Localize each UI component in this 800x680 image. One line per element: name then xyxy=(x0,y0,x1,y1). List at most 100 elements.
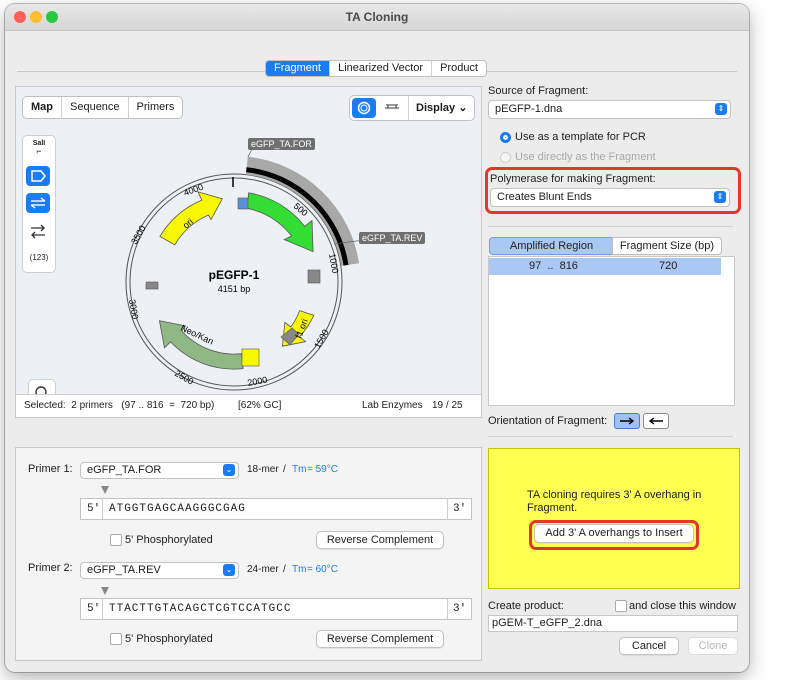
polya-marker xyxy=(307,269,321,284)
enzyme-set-label[interactable]: Lab Enzymes xyxy=(362,400,423,411)
five-prime-divider xyxy=(102,499,103,519)
primer2-label: Primer 2: xyxy=(28,562,73,574)
column-header-fragment-size[interactable]: Fragment Size (bp) xyxy=(612,237,722,255)
radio-direct-fragment-label: Use directly as the Fragment xyxy=(515,151,656,163)
section-divider xyxy=(488,226,733,227)
table-row[interactable]: 97 .. 816 720 xyxy=(489,258,721,275)
create-product-label: Create product: xyxy=(488,600,564,612)
source-popup[interactable]: pEGFP-1.dna ⇕ xyxy=(488,100,731,119)
three-prime-divider xyxy=(447,499,448,519)
primer2-tm-value: = 60°C xyxy=(307,564,338,575)
primer1-sequence-field[interactable]: 5' ATGGTGAGCAAGGGCGAG 3' xyxy=(80,498,472,520)
arrow-right-icon xyxy=(620,417,635,425)
primer2-tm-label: Tm xyxy=(292,564,307,575)
chevron-down-icon: ⌄ xyxy=(223,564,235,576)
region-cell: 97 .. 816 xyxy=(529,260,578,272)
map-panel: Map Sequence Primers Display ⌄ SalI ⌐ (1… xyxy=(15,86,482,418)
map-status-bar: Selected: 2 primers (97 .. 816 = 720 bp)… xyxy=(16,394,481,417)
tab-product[interactable]: Product xyxy=(432,61,486,76)
clone-button: Clone xyxy=(688,637,738,655)
promoter-marker-left xyxy=(145,281,159,290)
main-tabs: Fragment Linearized Vector Product xyxy=(265,60,487,77)
tab-fragment[interactable]: Fragment xyxy=(266,61,331,76)
primer1-phosphorylated-label: 5' Phosphorylated xyxy=(125,534,213,546)
polymerase-value: Creates Blunt Ends xyxy=(497,191,592,203)
tick-3500: 3500 xyxy=(129,224,148,246)
primer2-reverse-complement-button[interactable]: Reverse Complement xyxy=(316,630,444,648)
source-label: Source of Fragment: xyxy=(488,85,589,97)
plasmid-name: pEGFP-1 xyxy=(209,268,260,282)
tick-3000: 3000 xyxy=(127,299,140,320)
primer2-separator: / xyxy=(283,564,286,575)
primer2-sequence-field[interactable]: 5' TTACTTGTACAGCTCGTCCATGCC 3' xyxy=(80,598,472,620)
primer1-sequence: ATGGTGAGCAAGGGCGAG xyxy=(109,503,246,515)
orientation-forward-button[interactable] xyxy=(614,413,640,429)
primer2-three-prime: 3' xyxy=(453,603,467,615)
radio-template-pcr-label: Use as a template for PCR xyxy=(515,131,646,143)
primer-panel: Primer 1: eGFP_TA.FOR ⌄ 18-mer / Tm = 59… xyxy=(15,447,482,661)
ta-notice-panel: TA cloning requires 3' A overhang in Fra… xyxy=(488,448,740,589)
polymerase-popup[interactable]: Creates Blunt Ends ⇕ xyxy=(490,188,730,207)
updown-chevron-icon: ⇕ xyxy=(714,191,726,203)
primer1-five-prime: 5' xyxy=(87,503,101,515)
selection-status: Selected: 2 primers (97 .. 816 = 720 bp) xyxy=(24,400,215,411)
ori-feature[interactable] xyxy=(159,191,223,246)
section-divider xyxy=(488,436,733,437)
primer2-length: 24-mer xyxy=(247,564,279,575)
primer2-start-marker[interactable] xyxy=(101,587,109,595)
five-prime-divider xyxy=(102,599,103,619)
tab-linearized-vector[interactable]: Linearized Vector xyxy=(330,61,433,76)
source-value: pEGFP-1.dna xyxy=(495,103,563,115)
column-header-amplified-region[interactable]: Amplified Region xyxy=(489,237,614,255)
updown-chevron-icon: ⇕ xyxy=(715,103,727,115)
forward-primer-tag[interactable]: eGFP_TA.FOR xyxy=(248,138,315,150)
promoter-marker xyxy=(237,197,249,210)
three-prime-divider xyxy=(447,599,448,619)
orientation-label: Orientation of Fragment: xyxy=(488,415,608,427)
primer1-three-prime: 3' xyxy=(453,503,467,515)
close-window-checkbox[interactable] xyxy=(615,600,627,612)
plasmid-size: 4151 bp xyxy=(218,284,251,294)
window-title: TA Cloning xyxy=(345,10,409,24)
primer2-sequence: TTACTTGTACAGCTCGTCCATGCC xyxy=(109,603,292,615)
primer2-phosphorylated-label: 5' Phosphorylated xyxy=(125,633,213,645)
gc-content: [62% GC] xyxy=(238,400,282,411)
polymerase-label: Polymerase for making Fragment: xyxy=(490,173,656,185)
primer2-name: eGFP_TA.REV xyxy=(87,564,161,576)
radio-direct-fragment xyxy=(500,152,511,163)
neo-kan-feature[interactable] xyxy=(158,320,244,370)
size-cell: 720 xyxy=(659,260,678,272)
chevron-down-icon: ⌄ xyxy=(223,464,235,476)
arrow-left-icon xyxy=(648,417,663,425)
radio-template-pcr[interactable] xyxy=(500,132,511,143)
plasmid-map: 500 1000 1500 2000 2500 3000 3500 4000 o… xyxy=(125,144,365,391)
primer1-tm-label: Tm xyxy=(292,464,307,475)
egfp-feature[interactable] xyxy=(246,192,314,253)
product-filename-field[interactable]: pGEM-T_eGFP_2.dna xyxy=(488,615,738,632)
reverse-primer-tag[interactable]: eGFP_TA.REV xyxy=(359,232,426,244)
tick-1500: 1500 xyxy=(312,328,331,350)
primer1-label: Primer 1: xyxy=(28,463,73,475)
ta-notice-text: TA cloning requires 3' A overhang in Fra… xyxy=(527,489,702,514)
primer1-start-marker[interactable] xyxy=(101,486,109,494)
enzyme-count: 19 / 25 xyxy=(432,400,463,411)
small-feature-box xyxy=(241,348,260,367)
primer1-name: eGFP_TA.FOR xyxy=(87,464,162,476)
primer1-separator: / xyxy=(283,464,286,475)
primer2-five-prime: 5' xyxy=(87,603,101,615)
primer2-popup[interactable]: eGFP_TA.REV ⌄ xyxy=(80,562,239,579)
add-a-overhangs-button[interactable]: Add 3' A overhangs to Insert xyxy=(534,524,694,543)
primer1-tm-value: = 59°C xyxy=(307,464,338,475)
tick-2500: 2500 xyxy=(173,368,195,387)
title-bar: TA Cloning xyxy=(5,4,749,31)
region-table: 97 .. 816 720 xyxy=(488,256,735,406)
primer1-length: 18-mer xyxy=(247,464,279,475)
close-window-label: and close this window xyxy=(629,600,737,612)
primer1-popup[interactable]: eGFP_TA.FOR ⌄ xyxy=(80,462,239,479)
orientation-reverse-button[interactable] xyxy=(643,413,669,429)
primer2-phosphorylated-checkbox[interactable] xyxy=(110,633,122,645)
primer1-reverse-complement-button[interactable]: Reverse Complement xyxy=(316,531,444,549)
primer1-phosphorylated-checkbox[interactable] xyxy=(110,534,122,546)
cancel-button[interactable]: Cancel xyxy=(619,637,679,655)
tick-1000: 1000 xyxy=(327,253,340,274)
